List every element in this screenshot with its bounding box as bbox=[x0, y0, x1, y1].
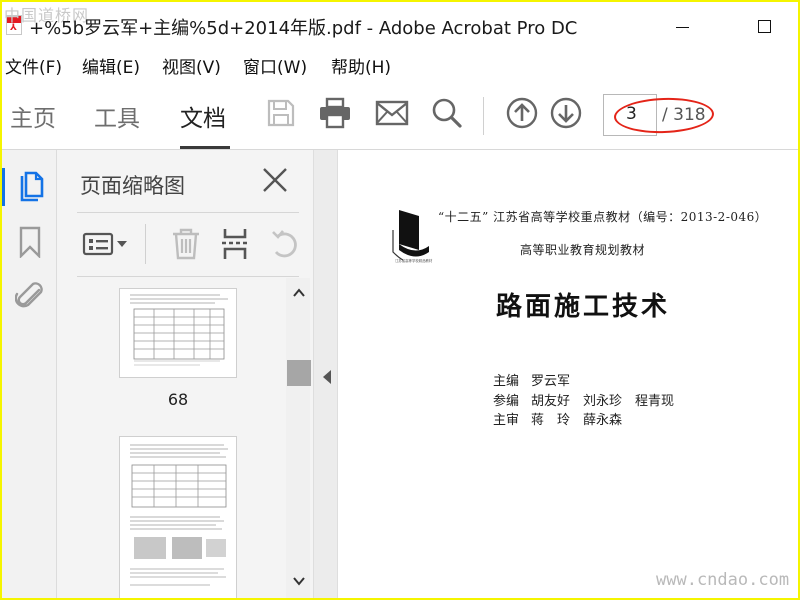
rotate-icon bbox=[272, 230, 297, 258]
bookmarks-button[interactable] bbox=[2, 220, 57, 264]
search-icon bbox=[432, 98, 462, 128]
book-subtitle: 高等职业教育规划教材 bbox=[520, 243, 646, 257]
arrow-down-circle-icon bbox=[550, 97, 582, 129]
thumbnail-page-image bbox=[130, 294, 228, 366]
document-page: 江苏省高等学校精品教材 “十二五” 江苏省高等学校重点教材（编号：2013-2-… bbox=[338, 150, 798, 598]
save-icon bbox=[267, 99, 295, 127]
envelope-icon bbox=[375, 100, 409, 126]
menu-view[interactable]: 视图(V) bbox=[162, 53, 221, 78]
menu-bar: 文件(F) 编辑(E) 视图(V) 窗口(W) 帮助(H) bbox=[2, 49, 798, 79]
extract-pages-button[interactable] bbox=[217, 226, 253, 262]
scroll-up-icon[interactable] bbox=[292, 286, 306, 300]
credit-role: 主编 bbox=[493, 374, 520, 389]
thumbnail-scrollbar[interactable] bbox=[286, 278, 311, 598]
publisher-logo: 江苏省高等学校精品教材 bbox=[392, 210, 433, 263]
minimize-icon bbox=[675, 26, 689, 28]
tab-home[interactable]: 主页 bbox=[10, 99, 56, 133]
credit-names: 胡友好 刘永珍 程青现 bbox=[531, 394, 675, 409]
thumbnail-options-button[interactable] bbox=[81, 226, 131, 262]
page-thumbnails-button[interactable] bbox=[2, 165, 57, 209]
credit-role: 参编 bbox=[493, 394, 520, 409]
window-title: +%5b罗云军+主编%5d+2014年版.pdf - Adobe Acrobat… bbox=[29, 18, 578, 39]
maximize-button[interactable] bbox=[744, 12, 784, 40]
panel-title: 页面缩略图 bbox=[80, 174, 185, 198]
find-button[interactable] bbox=[427, 93, 467, 133]
close-icon bbox=[263, 168, 287, 192]
close-panel-button[interactable] bbox=[260, 165, 290, 195]
trash-icon bbox=[173, 228, 199, 260]
menu-help[interactable]: 帮助(H) bbox=[331, 53, 391, 78]
split-pages-icon bbox=[222, 229, 248, 259]
scroll-down-icon[interactable] bbox=[292, 574, 306, 588]
thumbnail-list: 68 bbox=[57, 278, 289, 598]
book-series: “十二五” 江苏省高等学校重点教材（编号：2013-2-046） bbox=[438, 210, 768, 224]
minimize-button[interactable] bbox=[662, 12, 702, 40]
credit-line: 主审蒋 玲 薛永森 bbox=[493, 409, 622, 428]
credit-role: 主审 bbox=[493, 413, 520, 428]
watermark-bottom: www.cndao.com bbox=[656, 570, 790, 590]
main-toolbar: 主页 工具 文档 3 / 318 bbox=[2, 79, 798, 150]
panel-divider bbox=[77, 276, 299, 277]
panel-splitter[interactable] bbox=[313, 150, 338, 598]
credit-names: 蒋 玲 薛永森 bbox=[531, 413, 623, 428]
panel-tool-separator bbox=[145, 224, 146, 264]
arrow-up-circle-icon bbox=[506, 97, 538, 129]
attachments-button[interactable] bbox=[2, 274, 57, 318]
email-button[interactable] bbox=[372, 93, 412, 133]
next-page-button[interactable] bbox=[546, 93, 586, 133]
save-button[interactable] bbox=[261, 93, 301, 133]
page-thumbnail[interactable] bbox=[119, 288, 237, 378]
svg-text:江苏省高等学校精品教材: 江苏省高等学校精品教材 bbox=[395, 258, 433, 263]
print-button[interactable] bbox=[315, 93, 355, 133]
maximize-icon bbox=[757, 19, 771, 33]
thumbnail-page-label: 68 bbox=[167, 390, 189, 409]
book-title: 路面施工技术 bbox=[496, 292, 671, 322]
credit-line: 参编 胡友好 刘永珍 程青现 bbox=[493, 390, 674, 409]
scrollbar-thumb[interactable] bbox=[287, 360, 311, 386]
rotate-page-button[interactable] bbox=[267, 226, 303, 262]
acrobat-window: ⅄ 中国道桥网 +%5b罗云军+主编%5d+2014年版.pdf - Adobe… bbox=[2, 2, 798, 598]
navigation-rail bbox=[2, 150, 57, 598]
panel-divider bbox=[77, 212, 299, 213]
collapse-panel-icon[interactable] bbox=[323, 370, 331, 384]
credit-line: 主编 罗云军 bbox=[493, 370, 570, 389]
title-bar: ⅄ 中国道桥网 +%5b罗云军+主编%5d+2014年版.pdf - Adobe… bbox=[2, 2, 798, 49]
delete-page-button[interactable] bbox=[168, 226, 204, 262]
credit-names: 罗云军 bbox=[531, 374, 571, 389]
previous-page-button[interactable] bbox=[502, 93, 542, 133]
tab-document[interactable]: 文档 bbox=[180, 99, 226, 133]
print-icon bbox=[320, 97, 350, 129]
tab-tools[interactable]: 工具 bbox=[94, 99, 140, 133]
active-tab-indicator bbox=[180, 146, 230, 149]
bookmark-icon bbox=[19, 226, 40, 258]
menu-edit[interactable]: 编辑(E) bbox=[82, 53, 140, 78]
page-thumbnails-panel: 页面缩略图 68 bbox=[57, 150, 313, 598]
menu-file[interactable]: 文件(F) bbox=[5, 53, 62, 78]
page-thumbnail[interactable] bbox=[119, 436, 237, 598]
paperclip-icon bbox=[14, 282, 43, 308]
toolbar-separator bbox=[483, 97, 484, 135]
thumbnail-page-image bbox=[130, 444, 228, 586]
page-thumbnails-icon bbox=[20, 171, 43, 202]
options-list-icon bbox=[82, 232, 127, 256]
menu-window[interactable]: 窗口(W) bbox=[243, 53, 307, 78]
